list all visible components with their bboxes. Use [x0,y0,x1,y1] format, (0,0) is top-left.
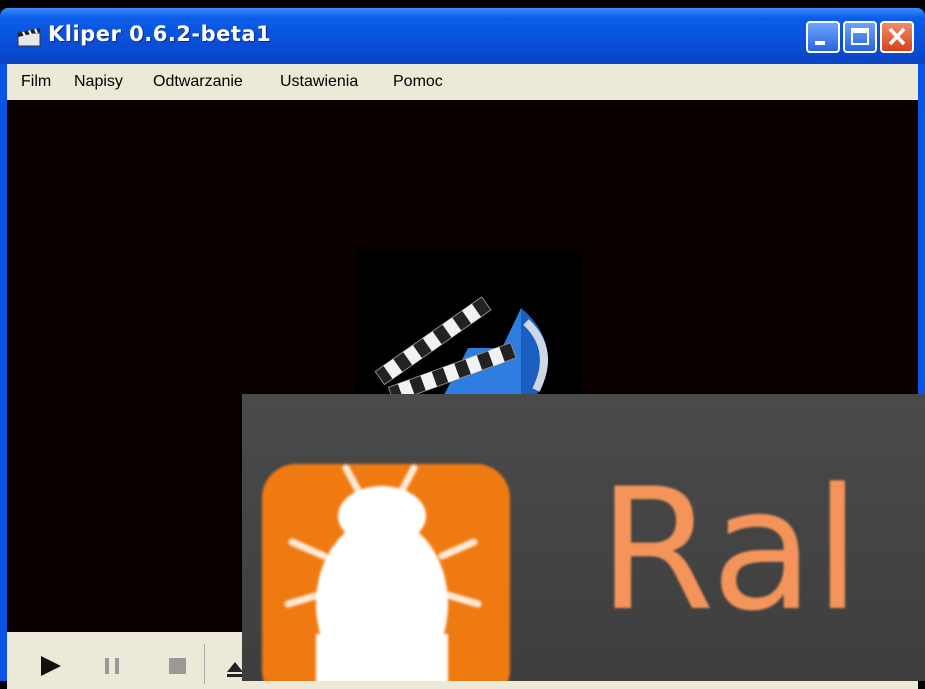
maximize-button[interactable] [843,21,877,53]
minimize-button[interactable] [806,21,840,53]
close-button[interactable] [880,21,914,53]
menu-item-ustawienia[interactable]: Ustawienia [280,73,358,91]
menu-item-film[interactable]: Film [21,73,51,91]
brand-text: Ral [598,452,861,648]
minimize-icon [815,41,825,45]
clapperboard-speaker-logo [356,250,582,400]
menu-item-odtwarzanie[interactable]: Odtwarzanie [153,73,243,91]
toolbar-separator [204,644,205,684]
play-icon[interactable] [31,632,67,689]
fly-icon [284,464,482,681]
title-bar[interactable]: Kliper 0.6.2-beta1 [0,8,925,64]
stop-icon[interactable] [161,632,197,689]
menu-item-pomoc[interactable]: Pomoc [393,73,443,91]
promo-overlay: Ral [242,394,925,681]
close-icon [888,27,906,46]
clapperboard-icon [17,28,41,47]
window-title: Kliper 0.6.2-beta1 [48,22,272,46]
menu-item-napisy[interactable]: Napisy [74,73,123,91]
app-tile [262,464,510,681]
maximize-icon [851,28,869,45]
pause-icon[interactable] [97,632,133,689]
menu-bar: Film Napisy Odtwarzanie Ustawienia Pomoc [7,64,918,100]
